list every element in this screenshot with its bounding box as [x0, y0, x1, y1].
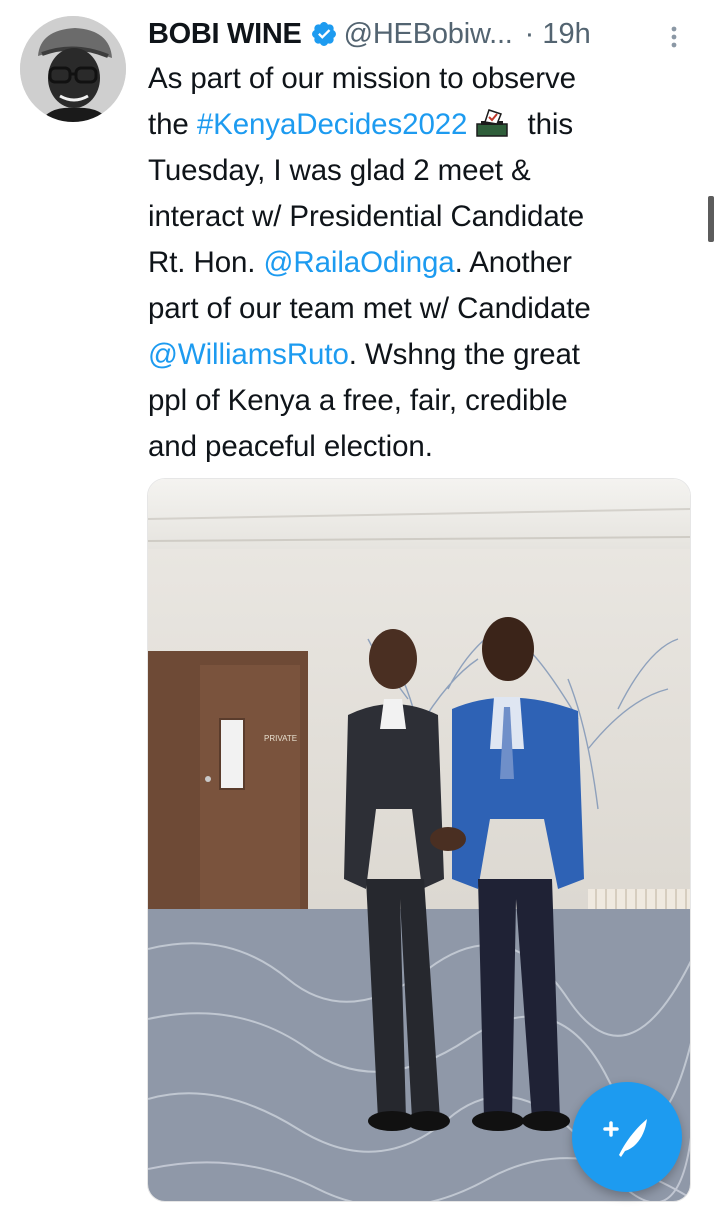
door-sign: PRIVATE [264, 734, 297, 743]
tweet-text-span: ppl of Kenya a free, fair, credible [148, 384, 568, 417]
tweet-text-line: Rt. Hon. @RailaOdinga. Another [148, 240, 693, 286]
tweet-text-span: the [148, 108, 197, 141]
scrollbar-thumb[interactable] [708, 196, 714, 242]
tweet-text-line: As part of our mission to observe [148, 56, 693, 102]
mention-link[interactable]: @RailaOdinga [264, 246, 455, 279]
hashtag-link[interactable]: #KenyaDecides2022 [197, 108, 468, 141]
tweet-text-span: Rt. Hon. [148, 246, 264, 279]
tweet-text-span: interact w/ Presidential Candidate [148, 200, 585, 233]
tweet-timestamp[interactable]: 19h [542, 18, 590, 51]
tweet-text-span: As part of our mission to observe [148, 62, 576, 95]
avatar-image [20, 16, 126, 122]
tweet-text-span: and peaceful election. [148, 430, 433, 463]
author-avatar[interactable] [20, 16, 126, 122]
verified-badge-icon [311, 22, 336, 46]
tweet-text-span: this [519, 108, 573, 141]
tweet-text-span: part of our team met w/ Candidate [148, 292, 591, 325]
author-name[interactable]: BOBI WINE [148, 18, 302, 51]
tweet-text-span: . Another [454, 246, 572, 279]
tweet-text-line: interact w/ Presidential Candidate [148, 194, 693, 240]
tweet-text-span: . Wshng the great [348, 338, 580, 371]
tweet-text-span: Tuesday, I was glad 2 meet & [148, 154, 531, 187]
compose-tweet-icon [603, 1119, 647, 1157]
tweet-text: As part of our mission to observe the #Ke… [148, 56, 693, 470]
more-vertical-icon[interactable] [664, 22, 684, 52]
mention-link[interactable]: @WilliamsRuto [148, 338, 349, 371]
tweet-text-line: Tuesday, I was glad 2 meet & [148, 148, 693, 194]
separator-dot: · [524, 17, 535, 50]
compose-tweet-button[interactable] [572, 1082, 682, 1192]
tweet-text-line: @WilliamsRuto. Wshng the great [148, 332, 693, 378]
tweet-header: BOBI WINE @HEBobiw... · 19h [148, 14, 694, 54]
tweet-text-line: the #KenyaDecides2022 this [148, 102, 693, 148]
ballot-box-icon [476, 109, 509, 137]
tweet-text-line: and peaceful election. [148, 424, 693, 470]
tweet-text-line: part of our team met w/ Candidate [148, 286, 693, 332]
tweet-text-line: ppl of Kenya a free, fair, credible [148, 378, 693, 424]
author-handle[interactable]: @HEBobiw... [344, 18, 513, 51]
